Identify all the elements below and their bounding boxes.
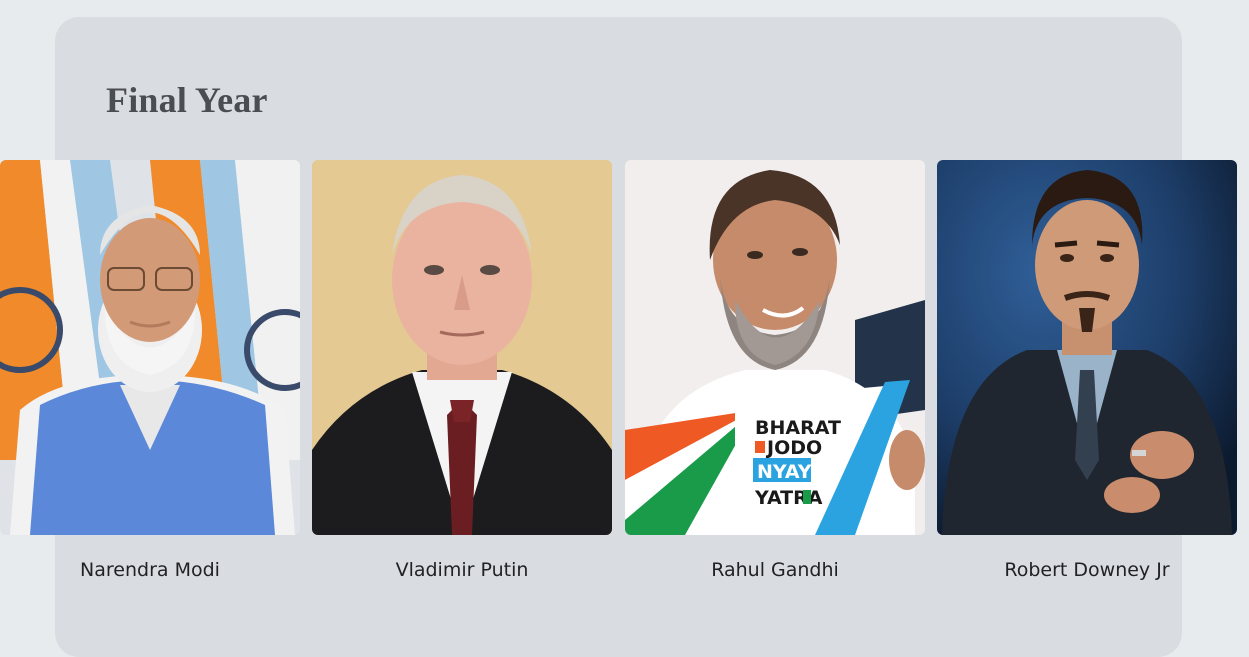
banner-line2: JODO: [765, 437, 822, 459]
portrait-photo-icon: [0, 160, 300, 535]
person-card-rahul-gandhi[interactable]: BHARAT JODO NYAY YATRA: [625, 160, 925, 535]
section-title: Final Year: [106, 80, 268, 120]
person-name[interactable]: Robert Downey Jr: [937, 558, 1237, 582]
person-card-robert-downey-jr[interactable]: [937, 160, 1237, 535]
portrait-photo-icon: [312, 160, 612, 535]
portrait-photo-icon: [937, 160, 1237, 535]
banner-line3: NYAY: [757, 461, 812, 483]
person-name[interactable]: Rahul Gandhi: [625, 558, 925, 582]
person-card-narendra-modi[interactable]: [0, 160, 300, 535]
banner-line1: BHARAT: [755, 417, 841, 439]
banner-line4: YATRA: [754, 487, 823, 509]
portrait-photo-icon: BHARAT JODO NYAY YATRA: [625, 160, 925, 535]
person-name[interactable]: Narendra Modi: [0, 558, 300, 582]
person-card-vladimir-putin[interactable]: [312, 160, 612, 535]
person-name[interactable]: Vladimir Putin: [312, 558, 612, 582]
